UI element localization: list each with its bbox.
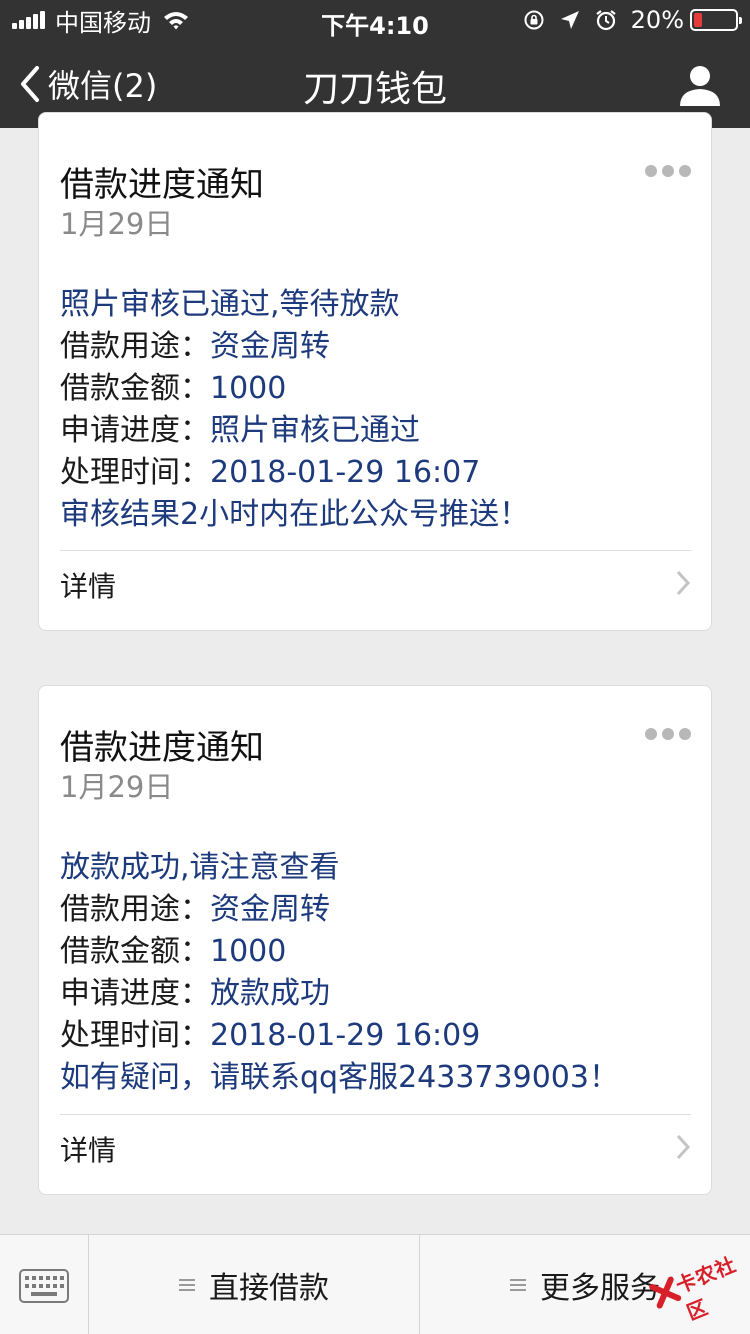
more-icon[interactable] — [645, 165, 691, 177]
battery-percent: 20% — [630, 6, 684, 34]
card-title: 借款进度通知 — [60, 165, 264, 205]
notification-card: 借款进度通知 1月29日 照片审核已通过,等待放款 借款用途：资金周转 借款金额… — [38, 112, 712, 631]
card-field-time: 处理时间：2018-01-29 16:07 — [60, 455, 481, 490]
card-date: 1月29日 — [60, 207, 174, 241]
battery-icon — [690, 9, 742, 31]
chevron-right-icon — [676, 1134, 691, 1160]
card-title: 借款进度通知 — [60, 728, 264, 768]
card-field-amount: 借款金额：1000 — [60, 371, 287, 406]
menu-lines-icon — [179, 1279, 195, 1291]
menu-label: 直接借款 — [209, 1271, 329, 1306]
card-headline: 照片审核已通过,等待放款 — [60, 287, 400, 322]
card-field-progress: 申请进度：放款成功 — [60, 976, 330, 1011]
notification-card: 借款进度通知 1月29日 放款成功,请注意查看 借款用途：资金周转 借款金额：1… — [38, 685, 712, 1195]
card-field-purpose: 借款用途：资金周转 — [60, 892, 330, 927]
keyboard-toggle-button[interactable] — [0, 1235, 89, 1334]
card-date: 1月29日 — [60, 770, 174, 804]
card-footer-note: 审核结果2小时内在此公众号推送！ — [60, 497, 530, 532]
card-footer-note: 如有疑问，请联系qq客服2433739003！ — [60, 1060, 619, 1095]
card-field-progress: 申请进度：照片审核已通过 — [60, 413, 420, 448]
detail-label: 详情 — [60, 1134, 117, 1167]
status-right: 20% — [509, 6, 742, 34]
rotation-lock-icon — [524, 10, 544, 30]
card-field-time: 处理时间：2018-01-29 16:09 — [60, 1018, 481, 1053]
page-title: 刀刀钱包 — [302, 69, 447, 110]
chevron-right-icon — [676, 570, 691, 596]
battery-fill — [694, 13, 702, 27]
card-detail-link[interactable]: 详情 — [60, 551, 691, 617]
menu-lines-icon — [510, 1279, 526, 1291]
keyboard-icon — [19, 1269, 69, 1303]
detail-label: 详情 — [60, 570, 117, 603]
more-icon[interactable] — [645, 728, 691, 740]
bottom-menu-bar: 直接借款 更多服务 — [0, 1234, 750, 1334]
card-headline: 放款成功,请注意查看 — [60, 850, 340, 885]
menu-direct-loan-button[interactable]: 直接借款 — [89, 1235, 420, 1334]
card-field-purpose: 借款用途：资金周转 — [60, 329, 330, 364]
card-detail-link[interactable]: 详情 — [60, 1115, 691, 1181]
person-icon[interactable] — [678, 64, 722, 106]
location-icon — [560, 11, 579, 29]
alarm-icon — [595, 10, 616, 31]
status-bar: 中国移动 下午4:10 20% — [0, 0, 750, 40]
card-field-amount: 借款金额：1000 — [60, 934, 287, 969]
